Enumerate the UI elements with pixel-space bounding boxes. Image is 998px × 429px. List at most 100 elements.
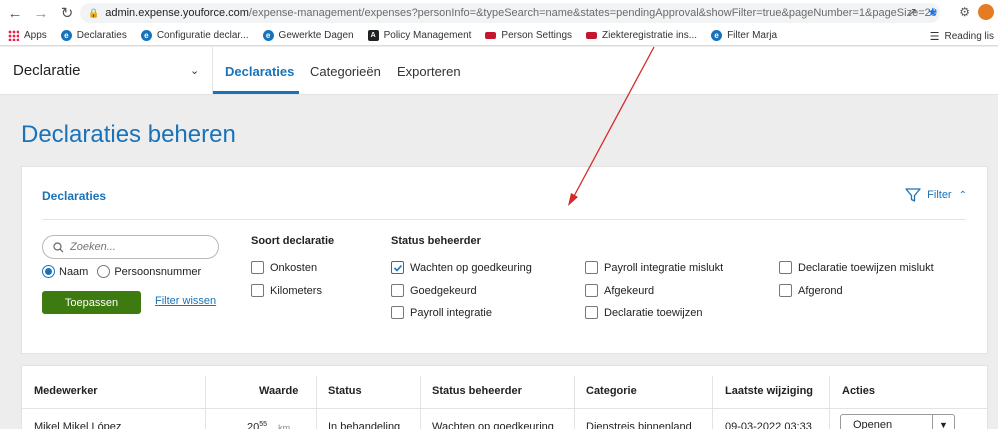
checkbox-box[interactable] bbox=[585, 284, 598, 297]
checkbox-afgekeurd[interactable]: Afgekeurd bbox=[585, 284, 654, 297]
checkbox-box[interactable] bbox=[251, 284, 264, 297]
column-header-categorie[interactable]: Categorie bbox=[586, 385, 637, 397]
reading-list-icon: ☰ bbox=[929, 31, 940, 43]
bookmark-filter-marja[interactable]: e Filter Marja bbox=[711, 30, 777, 41]
radio-persoonsnummer[interactable] bbox=[97, 265, 111, 278]
column-header-medewerker[interactable]: Medewerker bbox=[34, 385, 98, 397]
bookmark-person-settings[interactable]: Person Settings bbox=[485, 30, 572, 41]
page-title: Declaraties beheren bbox=[21, 121, 236, 148]
tab-exporteren[interactable]: Exporteren bbox=[397, 64, 461, 79]
bookmark-apps[interactable]: Apps bbox=[8, 30, 47, 41]
checkbox-payroll-integratie[interactable]: Payroll integratie bbox=[391, 306, 492, 319]
column-header-laatste-wijziging[interactable]: Laatste wijziging bbox=[725, 385, 813, 397]
checkbox-box[interactable] bbox=[391, 284, 404, 297]
column-divider bbox=[829, 376, 830, 429]
open-button[interactable]: Openen bbox=[841, 419, 932, 429]
bookmark-configuratie[interactable]: e Configuratie declar... bbox=[140, 30, 249, 41]
column-header-acties: Acties bbox=[842, 385, 876, 397]
browser-toolbar: ← → ↻ 🔒 admin.expense.youforce.com/expen… bbox=[0, 0, 998, 26]
header-divider bbox=[212, 47, 213, 95]
reading-list[interactable]: ☰ Reading lis bbox=[930, 30, 994, 43]
checkbox-box[interactable] bbox=[251, 261, 264, 274]
expenses-table: Medewerker Waarde Status Status beheerde… bbox=[21, 365, 988, 429]
search-by-options: Naam Persoonsnummer bbox=[42, 265, 201, 278]
radio-naam[interactable] bbox=[42, 265, 55, 278]
column-header-status[interactable]: Status bbox=[328, 385, 362, 397]
app-switcher-title[interactable]: Declaratie bbox=[13, 62, 81, 79]
column-divider bbox=[712, 376, 713, 429]
url-host: admin.expense.youforce.com bbox=[105, 7, 249, 19]
filter-card: Declaraties Filter ⌃ Naam Persoonsnummer… bbox=[21, 166, 988, 354]
cell-employee: Mikel Mikel López bbox=[34, 421, 122, 429]
checkbox-box[interactable] bbox=[779, 261, 792, 274]
checkbox-box[interactable] bbox=[585, 306, 598, 319]
radio-persoonsnummer-label: Persoonsnummer bbox=[114, 265, 202, 278]
share-icon[interactable]: ↗ bbox=[907, 5, 917, 19]
cell-value-cents: 55 bbox=[259, 421, 268, 428]
visma-icon bbox=[586, 32, 598, 39]
tab-declaraties[interactable]: Declaraties bbox=[225, 64, 294, 79]
checkbox-onkosten[interactable]: Onkosten bbox=[251, 261, 317, 274]
chevron-up-icon: ⌃ bbox=[958, 189, 967, 201]
e-icon: e bbox=[140, 30, 152, 41]
checkbox-box[interactable] bbox=[391, 306, 404, 319]
cell-value-unit: km bbox=[278, 422, 291, 429]
chevron-down-icon[interactable]: ▼ bbox=[932, 415, 954, 429]
radio-naam-label: Naam bbox=[59, 265, 89, 278]
checkbox-payroll-integratie-mislukt[interactable]: Payroll integratie mislukt bbox=[585, 261, 723, 274]
column-divider bbox=[574, 376, 575, 429]
address-bar[interactable]: 🔒 admin.expense.youforce.com/expense-man… bbox=[80, 3, 940, 23]
funnel-icon bbox=[905, 188, 921, 202]
cell-modified: 09-03-2022 03:33 bbox=[725, 421, 812, 429]
checkbox-declaratie-toewijzen-mislukt[interactable]: Declaratie toewijzen mislukt bbox=[779, 261, 934, 274]
checkbox-kilometers[interactable]: Kilometers bbox=[251, 284, 322, 297]
checkbox-box[interactable] bbox=[585, 261, 598, 274]
cell-manager-status: Wachten op goedkeuring bbox=[432, 421, 554, 429]
search-box[interactable] bbox=[42, 235, 219, 259]
clear-filter-link[interactable]: Filter wissen bbox=[155, 295, 216, 307]
checkbox-box[interactable] bbox=[779, 284, 792, 297]
column-divider bbox=[316, 376, 317, 429]
angular-icon: A bbox=[367, 30, 379, 41]
visma-icon bbox=[485, 32, 497, 39]
bookmark-ziekteregistratie[interactable]: Ziekteregistratie ins... bbox=[586, 30, 697, 41]
cell-category: Dienstreis binnenland bbox=[586, 421, 692, 429]
bookmark-policy-management[interactable]: A Policy Management bbox=[367, 30, 471, 41]
back-arrow-icon[interactable]: ← bbox=[4, 2, 26, 24]
checkbox-box[interactable] bbox=[391, 261, 404, 274]
url-path: /expense-management/expenses?personInfo=… bbox=[248, 7, 937, 19]
checkbox-afgerond[interactable]: Afgerond bbox=[779, 284, 843, 297]
forward-arrow-icon[interactable]: → bbox=[30, 2, 52, 24]
e-icon: e bbox=[60, 30, 72, 41]
checkmark-icon bbox=[393, 264, 402, 272]
bookmark-declaraties[interactable]: e Declaraties bbox=[60, 30, 127, 41]
extensions-icon[interactable]: ⚙ bbox=[959, 5, 970, 19]
cell-value: 2055 km bbox=[247, 421, 290, 429]
column-header-status-beheerder[interactable]: Status beheerder bbox=[432, 385, 522, 397]
tab-categorieen[interactable]: Categorieën bbox=[310, 64, 381, 79]
search-input[interactable] bbox=[70, 241, 200, 253]
checkbox-wachten-op-goedkeuring[interactable]: Wachten op goedkeuring bbox=[391, 261, 532, 274]
type-group-title: Soort declaratie bbox=[251, 235, 335, 247]
column-header-waarde[interactable]: Waarde bbox=[259, 385, 298, 397]
search-icon bbox=[53, 241, 64, 252]
reload-icon[interactable]: ↻ bbox=[56, 2, 78, 24]
apply-button[interactable]: Toepassen bbox=[42, 291, 141, 314]
bookmarks-bar: Apps e Declaraties e Configuratie declar..… bbox=[0, 26, 998, 46]
status-group-title: Status beheerder bbox=[391, 235, 481, 247]
app-header: Declaratie ⌄ Declaraties Categorieën Exp… bbox=[0, 47, 998, 95]
bookmark-gewerkte-dagen[interactable]: e Gewerkte Dagen bbox=[262, 30, 354, 41]
column-divider bbox=[420, 376, 421, 429]
card-divider bbox=[42, 219, 966, 220]
checkbox-goedgekeurd[interactable]: Goedgekeurd bbox=[391, 284, 477, 297]
profile-avatar[interactable] bbox=[978, 4, 994, 20]
chevron-down-icon[interactable]: ⌄ bbox=[190, 64, 199, 77]
star-icon[interactable]: ★ bbox=[927, 5, 938, 19]
open-action-split-button: Openen ▼ bbox=[840, 414, 955, 429]
cell-status: In behandeling bbox=[328, 421, 401, 429]
checkbox-declaratie-toewijzen[interactable]: Declaratie toewijzen bbox=[585, 306, 702, 319]
filter-toggle[interactable]: Filter ⌃ bbox=[905, 187, 967, 203]
column-divider bbox=[205, 376, 206, 429]
e-icon: e bbox=[262, 30, 274, 41]
card-title: Declaraties bbox=[42, 189, 107, 203]
